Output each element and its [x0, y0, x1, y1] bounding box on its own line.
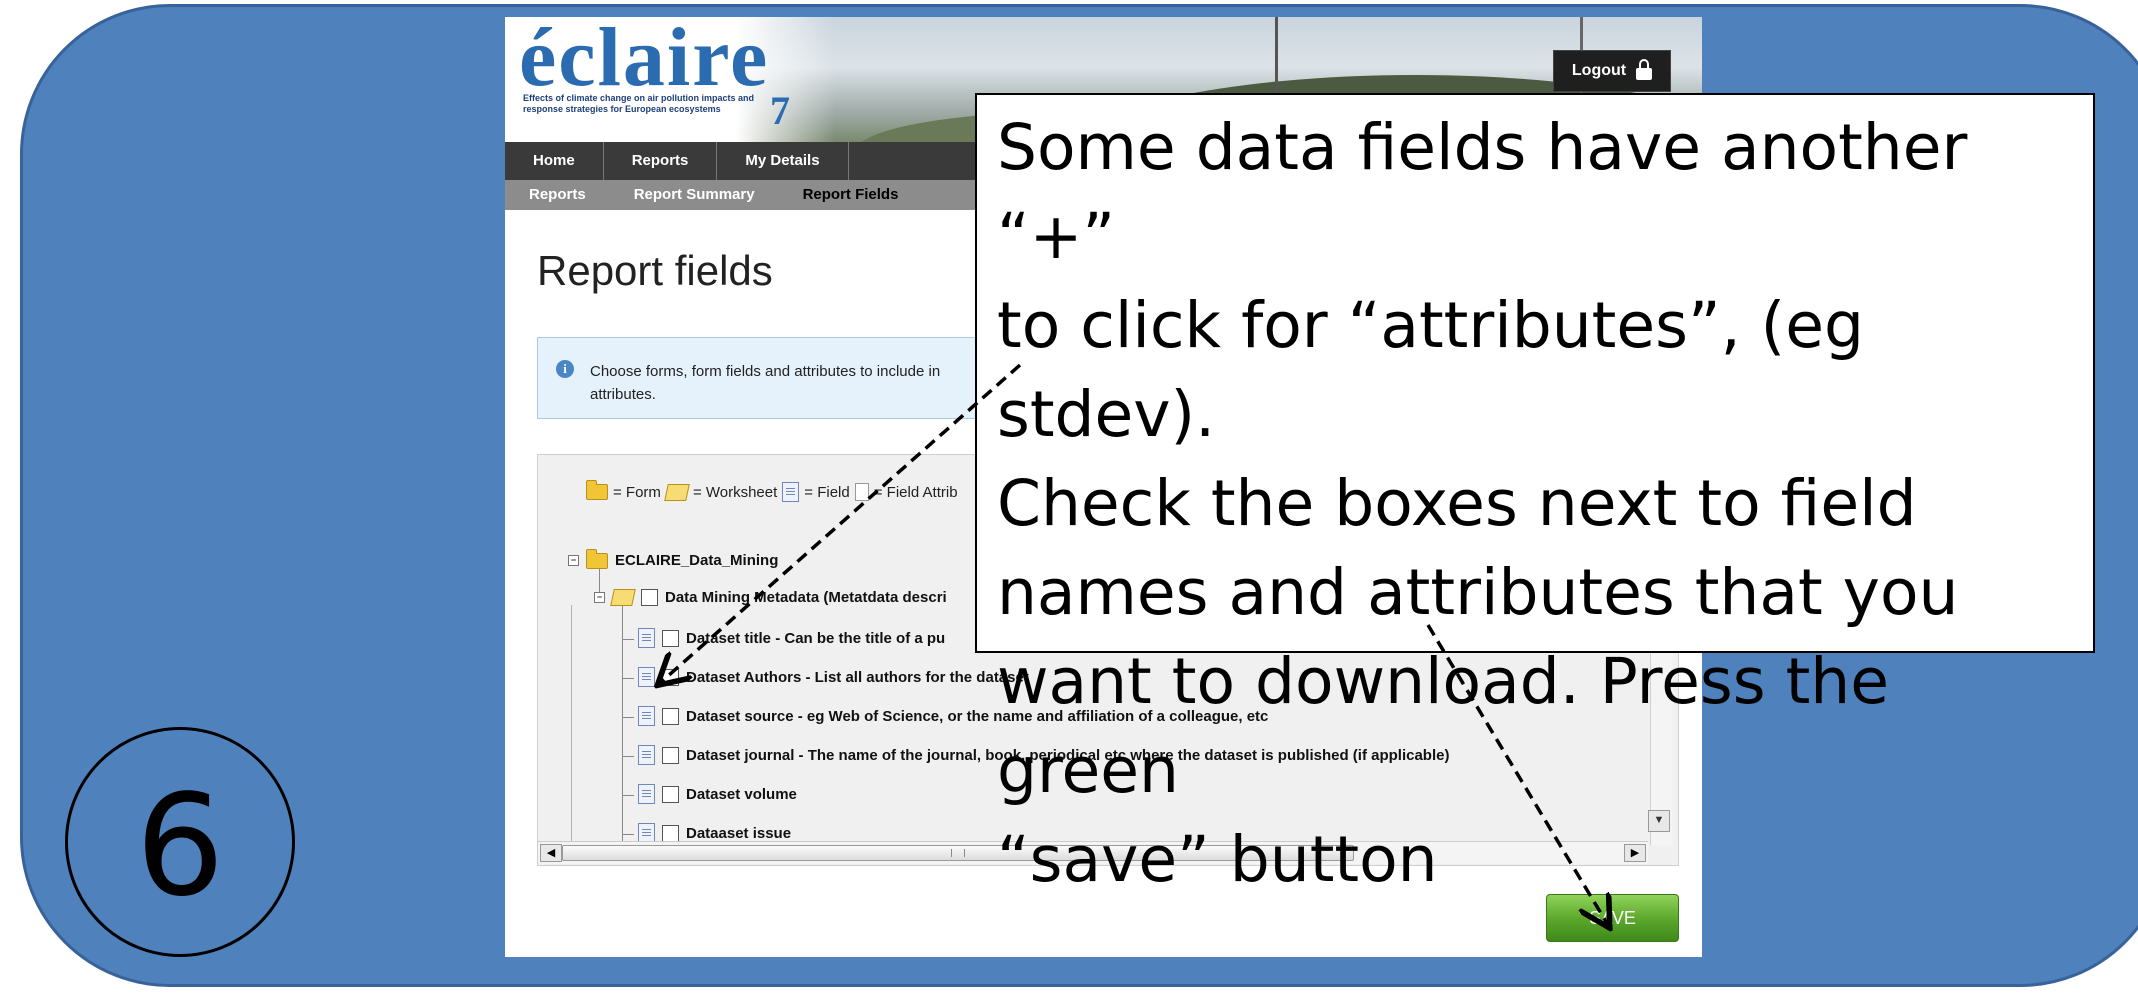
nav-home[interactable]: Home: [505, 142, 604, 180]
field-icon: [638, 784, 655, 804]
subnav-report-summary[interactable]: Report Summary: [610, 180, 779, 210]
subnav-reports[interactable]: Reports: [505, 180, 610, 210]
tree-connector: [622, 678, 634, 679]
field-checkbox[interactable]: [662, 629, 679, 647]
nav-my-details[interactable]: My Details: [717, 142, 849, 180]
collapse-icon[interactable]: −: [568, 555, 579, 566]
info-icon: i: [556, 360, 574, 378]
tree-connector: [571, 605, 572, 845]
tree-form-label[interactable]: ECLAIRE_Data_Mining: [615, 552, 778, 569]
subnav-report-fields[interactable]: Report Fields: [779, 180, 923, 210]
info-text-line: Choose forms, form fields and attributes…: [590, 363, 941, 380]
legend-worksheet: = Worksheet: [692, 483, 778, 501]
logout-label: Logout: [1571, 62, 1627, 79]
collapse-icon[interactable]: −: [594, 592, 605, 603]
legend-form: = Form: [613, 483, 661, 501]
callout-line: to click for “attributes”, (eg stdev).: [997, 289, 1864, 451]
logout-button[interactable]: Logout: [1553, 50, 1671, 92]
scrollbar-grip-icon: [951, 849, 965, 857]
field-checkbox[interactable]: [662, 707, 679, 725]
form-folder-icon: [586, 548, 608, 569]
callout-text: Some data fields have another “+” to cli…: [997, 103, 2087, 904]
callout-line: “save” button: [997, 823, 1438, 896]
tree-field-label[interactable]: Dataset Authors - List all authors for t…: [686, 669, 1029, 686]
field-icon: [782, 482, 800, 502]
tree-field-label[interactable]: Dataset volume: [686, 786, 797, 803]
tree-node-worksheet: − Data Mining Metadata (Metatdata descri: [594, 589, 947, 606]
lock-icon: [1636, 59, 1653, 80]
tree-connector: [622, 717, 634, 718]
field-icon: [638, 667, 655, 687]
fp7-logo-icon: 7: [770, 88, 790, 133]
field-icon: [638, 823, 655, 843]
field-icon: [638, 628, 655, 648]
tree-legend: = Form = Worksheet = Field = Field Attri…: [586, 480, 958, 502]
tree-connector: [599, 565, 600, 592]
info-text: Choose forms, form fields and attributes…: [590, 360, 1010, 406]
tree-connector: [622, 756, 634, 757]
callout-line: want to download. Press the green: [997, 645, 1889, 807]
tree-field-label[interactable]: Dataaset issue: [686, 825, 791, 842]
instruction-callout: Some data fields have another “+” to cli…: [975, 93, 2095, 896]
field-icon: [638, 706, 655, 726]
worksheet-folder-icon: [664, 483, 690, 501]
scroll-left-arrow-icon[interactable]: ◀: [540, 844, 562, 862]
callout-line: Some data fields have another “+”: [997, 111, 1968, 273]
step-number: 6: [135, 765, 225, 928]
callout-line: Check the boxes next to field: [997, 467, 1917, 540]
page-title: Report fields: [537, 247, 773, 294]
tree-connector: [622, 795, 634, 796]
field-icon: [638, 745, 655, 765]
field-checkbox[interactable]: [662, 746, 679, 764]
tree-field-row: Dataset title - Can be the title of a pu: [638, 628, 945, 648]
form-folder-icon: [586, 480, 608, 500]
tree-connector: [622, 595, 623, 845]
worksheet-folder-icon: [610, 589, 636, 606]
field-checkbox[interactable]: [662, 668, 679, 686]
worksheet-checkbox[interactable]: [641, 589, 658, 606]
legend-field: = Field: [804, 483, 850, 501]
step-number-circle: 6: [65, 727, 295, 957]
tree-connector: [622, 639, 634, 640]
tree-field-label[interactable]: Dataset title - Can be the title of a pu: [686, 630, 945, 647]
logo-subtitle: Effects of climate change on air polluti…: [523, 93, 755, 114]
field-checkbox[interactable]: [662, 785, 679, 803]
field-checkbox[interactable]: [662, 824, 679, 842]
tree-worksheet-label[interactable]: Data Mining Metadata (Metatdata descri: [665, 589, 947, 606]
callout-line: names and attributes that you: [997, 556, 1959, 629]
tree-field-row: Dataset volume: [638, 784, 797, 804]
info-text-line: attributes.: [590, 386, 656, 403]
attribute-icon: [854, 483, 869, 501]
tree-field-row: Dataset Authors - List all authors for t…: [638, 667, 1029, 687]
tree-connector: [622, 834, 634, 835]
tree-field-row: Dataaset issue: [638, 823, 791, 843]
legend-attribute: = Field Attrib: [873, 483, 958, 501]
tree-node-form: − ECLAIRE_Data_Mining: [568, 548, 778, 569]
nav-reports[interactable]: Reports: [604, 142, 718, 180]
